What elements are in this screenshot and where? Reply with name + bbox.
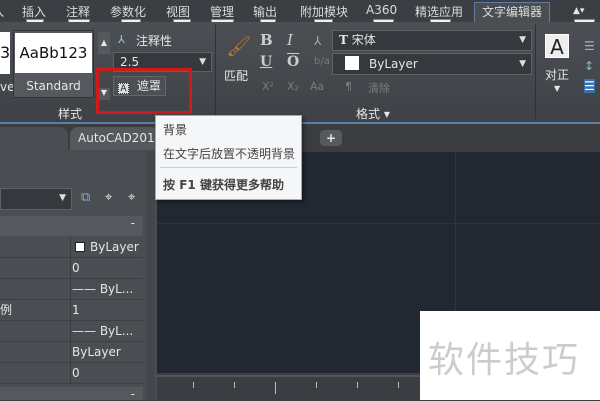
tab-7[interactable]: 附加模块 [300, 3, 348, 20]
annotative-toggle[interactable]: 注释性 [136, 32, 172, 49]
clear-button[interactable]: 清除 [368, 80, 390, 96]
tab-8[interactable]: A360 [366, 3, 397, 17]
tooltip: 背景 在文字后放置不透明背景 按 F1 键获得更多帮助 [155, 115, 302, 200]
tab-1[interactable]: 插入 [22, 3, 46, 20]
color-swatch [75, 242, 85, 252]
tab-5[interactable]: 管理 [210, 3, 234, 20]
oblique-icon: ⅄ [314, 34, 322, 48]
tab-4[interactable]: 视图 [166, 3, 190, 20]
style-panel-title: 样式 [58, 107, 83, 121]
chevron-down-icon: ▼ [519, 35, 526, 45]
tooltip-divider [160, 167, 297, 168]
truetype-icon: T [339, 33, 348, 47]
tooltip-title: 背景 [163, 123, 188, 137]
new-tab-button[interactable]: + [320, 130, 342, 146]
italic-button[interactable]: I [287, 31, 293, 49]
tab-0[interactable]: 入 [0, 3, 4, 20]
match-brush-icon: 🖌 [226, 34, 252, 58]
paragraph-icons[interactable]: ☰ ↕ ☰ [584, 36, 595, 96]
format-panel-title[interactable]: 格式 ▾ [356, 105, 390, 122]
panel-divider [215, 24, 216, 120]
panel-divider [535, 24, 536, 120]
style-name: Standard [26, 79, 81, 93]
ribbon-minimize-icon[interactable]: ▲▾ [573, 6, 584, 16]
overline-button[interactable]: O [287, 54, 299, 70]
font-value: 宋体 [351, 33, 376, 47]
property-value: 0 [72, 366, 80, 380]
property-row[interactable]: ByLayer [0, 237, 143, 258]
help-key: F1 [179, 178, 196, 192]
section-header-general[interactable]: - [0, 216, 143, 236]
watermark: 软件技巧 [420, 311, 600, 400]
highlight-box [96, 68, 192, 114]
property-row[interactable]: 0 [0, 258, 143, 279]
tab-6[interactable]: 输出 [253, 3, 277, 20]
style-prev-sample[interactable]: 3 [0, 32, 10, 74]
tooltip-help: 按 F1 键获得更多帮助 [163, 176, 284, 193]
color-dropdown[interactable]: ByLayer ▼ [332, 53, 532, 75]
underline-button[interactable]: U [260, 54, 272, 70]
property-value: —— ByL... [72, 282, 134, 296]
color-swatch [345, 56, 359, 70]
property-row[interactable]: —— ByL... [0, 321, 143, 342]
property-label: 例 [0, 303, 13, 317]
file-tab-label: AutoCAD2018 [78, 131, 163, 145]
tab-text-editor[interactable]: 文字编辑器 [482, 3, 542, 20]
pickadd-icon[interactable]: ⌖ [128, 190, 135, 205]
quick-select-icon[interactable]: ⧉ [81, 190, 90, 205]
width-icon: b/a [314, 56, 330, 67]
color-value: ByLayer [369, 57, 418, 71]
annotative-icon: ⅄ [118, 33, 125, 46]
section-header-3d[interactable]: - [0, 387, 143, 401]
file-tab[interactable]: AutoCAD2018 [70, 127, 163, 150]
object-type-dropdown[interactable]: ▼ [0, 188, 72, 210]
start-tab[interactable] [0, 127, 68, 150]
font-dropdown[interactable]: T 宋体 ▼ [332, 30, 532, 51]
ruler-tick [398, 382, 399, 388]
justify-chevron-icon: ▼ [554, 84, 561, 93]
palette-scrollbar[interactable] [146, 150, 155, 400]
bold-button[interactable]: B [260, 31, 273, 49]
property-value: 1 [72, 303, 80, 317]
grid-line [157, 223, 600, 224]
ruler-tick [193, 382, 194, 388]
case-button[interactable]: Aa [310, 80, 324, 93]
subscript-button[interactable]: X₂ [287, 80, 299, 93]
style-sample: AaBb123 [15, 33, 92, 73]
ruler-tick [234, 382, 235, 388]
clear-icon: ¶ [345, 80, 352, 93]
text-height-value: 2.5 [120, 55, 140, 69]
ruler-tick [275, 382, 276, 394]
superscript-button[interactable]: X² [262, 80, 274, 93]
property-row[interactable]: —— ByL... [0, 279, 143, 300]
property-value: ByLayer [72, 345, 121, 359]
ruler-tick [316, 382, 317, 388]
match-button[interactable]: 匹配 [224, 67, 248, 84]
help-prefix: 按 [163, 178, 176, 192]
select-objects-icon[interactable]: ⌖ [105, 190, 112, 205]
property-value: 0 [72, 261, 80, 275]
property-row[interactable]: ByLayer [0, 342, 143, 363]
tab-3[interactable]: 参数化 [110, 3, 146, 20]
help-suffix: 键获得更多帮助 [199, 178, 284, 192]
property-value: —— ByL... [72, 324, 134, 338]
tab-9[interactable]: 精选应用 [415, 3, 463, 20]
gallery-scroll-up[interactable]: ▲ [98, 32, 110, 54]
justify-button[interactable]: 对正 [545, 66, 569, 83]
watermark-text: 软件技巧 [428, 340, 581, 381]
property-value: ByLayer [90, 240, 139, 254]
chevron-down-icon: ▼ [199, 57, 206, 67]
ruler-tick [357, 382, 358, 388]
chevron-down-icon: ▼ [519, 59, 526, 69]
chevron-down-icon: ▼ [59, 193, 66, 203]
format-panel-label: 格式 [356, 107, 381, 121]
tooltip-desc: 在文字后放置不透明背景 [163, 147, 296, 161]
property-row[interactable]: 0 [0, 363, 143, 384]
tab-2[interactable]: 注释 [66, 3, 90, 20]
justify-icon: A [545, 34, 569, 59]
property-row[interactable]: 例1 [0, 300, 143, 321]
